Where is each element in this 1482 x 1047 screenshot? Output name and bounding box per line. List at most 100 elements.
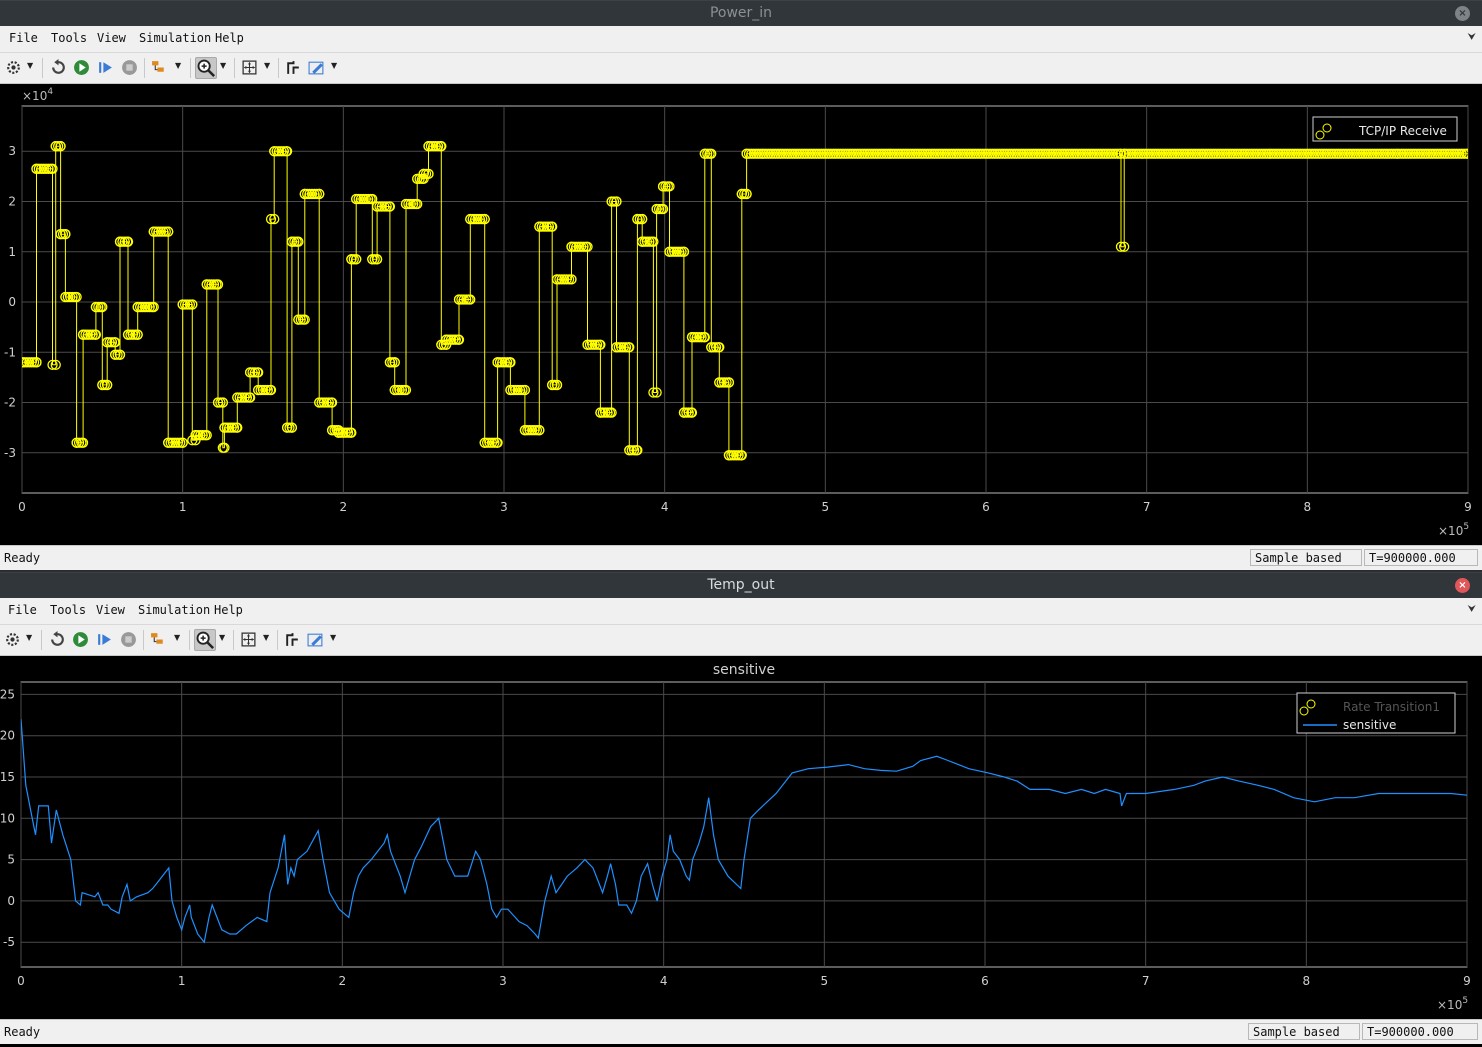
x-tick-label: 2 bbox=[340, 500, 348, 514]
menu-tools[interactable]: Tools bbox=[50, 603, 86, 617]
menu-bar: File Tools View Simulation Help ⮟ bbox=[0, 26, 1482, 53]
y-exponent-power: 4 bbox=[47, 87, 53, 97]
menu-tools[interactable]: Tools bbox=[51, 31, 87, 45]
y-tick-label: 0 bbox=[7, 894, 15, 908]
x-tick-label: 6 bbox=[982, 500, 990, 514]
settings-icon[interactable] bbox=[5, 59, 22, 76]
y-tick-label: 5 bbox=[7, 853, 15, 867]
x-tick-label: 1 bbox=[178, 974, 186, 988]
settings-dropdown-icon[interactable]: ▼ bbox=[26, 633, 32, 642]
stop-icon[interactable] bbox=[121, 59, 138, 76]
title-bar[interactable]: Temp_out × bbox=[0, 572, 1482, 599]
highlight-icon[interactable] bbox=[150, 631, 167, 648]
style-edit-icon[interactable] bbox=[307, 631, 324, 648]
menu-file[interactable]: File bbox=[9, 31, 38, 45]
toolbar-separator bbox=[233, 630, 234, 650]
menu-help[interactable]: Help bbox=[214, 603, 243, 617]
close-icon[interactable]: × bbox=[1455, 578, 1470, 593]
simulation-time: T=900000.000 bbox=[1362, 1023, 1478, 1040]
cursor-measure-icon[interactable] bbox=[284, 631, 301, 648]
menubar-collapse-icon[interactable]: ⮟ bbox=[1468, 604, 1477, 615]
y-tick-label: 20 bbox=[0, 729, 15, 743]
toolbar-separator bbox=[143, 630, 144, 650]
y-exponent-label: ×104 bbox=[22, 87, 53, 103]
highlight-dropdown-icon[interactable]: ▼ bbox=[174, 633, 180, 642]
legend-label: sensitive bbox=[1343, 718, 1396, 732]
close-icon[interactable]: × bbox=[1455, 6, 1470, 21]
scope-window-temp-out: Temp_out × File Tools View Simulation He… bbox=[0, 572, 1482, 1047]
restore-icon[interactable] bbox=[50, 59, 67, 76]
x-tick-label: 0 bbox=[17, 974, 25, 988]
x-tick-label: 9 bbox=[1464, 500, 1472, 514]
settings-dropdown-icon[interactable]: ▼ bbox=[27, 61, 33, 70]
step-forward-icon[interactable] bbox=[96, 631, 113, 648]
toolbar-separator bbox=[189, 630, 190, 650]
menu-view[interactable]: View bbox=[97, 31, 126, 45]
x-tick-label: 7 bbox=[1143, 500, 1151, 514]
scope-plot[interactable]: 0 1 2 3 4 5 6 7 8 9 -5 0 5 10 15 20 25 ×105 sensitive Rate … bbox=[0, 656, 1482, 1018]
cursor-measure-icon[interactable] bbox=[285, 59, 302, 76]
toolbar-separator bbox=[190, 58, 191, 78]
run-icon[interactable] bbox=[72, 631, 89, 648]
run-icon[interactable] bbox=[73, 59, 90, 76]
x-tick-label: 9 bbox=[1463, 974, 1471, 988]
stop-icon[interactable] bbox=[120, 631, 137, 648]
y-tick-label: 3 bbox=[8, 144, 16, 158]
menu-simulation[interactable]: Simulation bbox=[139, 31, 211, 45]
x-tick-label: 5 bbox=[821, 974, 829, 988]
x-tick-label: 6 bbox=[981, 974, 989, 988]
status-text: Ready bbox=[4, 551, 41, 565]
toolbar-separator bbox=[278, 58, 279, 78]
menu-simulation[interactable]: Simulation bbox=[138, 603, 210, 617]
toolbar-separator bbox=[41, 630, 42, 650]
title-bar[interactable]: Power_in × bbox=[0, 0, 1482, 27]
y-tick-label: -3 bbox=[4, 446, 16, 460]
highlight-dropdown-icon[interactable]: ▼ bbox=[175, 61, 181, 70]
fit-to-view-icon[interactable] bbox=[240, 631, 257, 648]
x-exponent-power: 5 bbox=[1462, 996, 1468, 1006]
simulation-time: T=900000.000 bbox=[1364, 549, 1478, 566]
zoom-in-icon[interactable] bbox=[194, 629, 216, 651]
zoom-in-icon[interactable] bbox=[195, 57, 217, 79]
restore-icon[interactable] bbox=[49, 631, 66, 648]
x-tick-label: 0 bbox=[18, 500, 26, 514]
scope-window-power-in: Power_in × File Tools View Simulation He… bbox=[0, 0, 1482, 570]
y-tick-label: 25 bbox=[0, 687, 15, 701]
menu-file[interactable]: File bbox=[8, 603, 37, 617]
legend-label: Rate Transition1 bbox=[1343, 700, 1440, 714]
menu-help[interactable]: Help bbox=[215, 31, 244, 45]
x-tick-label: 5 bbox=[822, 500, 830, 514]
step-forward-icon[interactable] bbox=[97, 59, 114, 76]
fit-to-view-icon[interactable] bbox=[241, 59, 258, 76]
toolbar: ▼ ▼ ▼ ▼ ▼ bbox=[0, 53, 1482, 84]
fit-dropdown-icon[interactable]: ▼ bbox=[264, 61, 270, 70]
x-exponent-label: ×105 bbox=[1438, 522, 1469, 538]
plot-frame bbox=[21, 105, 1469, 494]
menubar-collapse-icon[interactable]: ⮟ bbox=[1468, 32, 1477, 43]
zoom-dropdown-icon[interactable]: ▼ bbox=[220, 61, 226, 70]
toolbar-separator bbox=[234, 58, 235, 78]
settings-icon[interactable] bbox=[4, 631, 21, 648]
x-tick-label: 7 bbox=[1142, 974, 1150, 988]
toolbar: ▼ ▼ ▼ ▼ ▼ bbox=[0, 625, 1482, 656]
plot-frame bbox=[20, 681, 1468, 968]
x-tick-label: 1 bbox=[179, 500, 187, 514]
x-tick-label: 8 bbox=[1304, 500, 1312, 514]
style-dropdown-icon[interactable]: ▼ bbox=[330, 633, 336, 642]
legend-label: TCP/IP Receive bbox=[1358, 124, 1447, 138]
x-tick-label: 4 bbox=[660, 974, 668, 988]
x-tick-label: 2 bbox=[339, 974, 347, 988]
fit-dropdown-icon[interactable]: ▼ bbox=[263, 633, 269, 642]
y-tick-label: -1 bbox=[4, 345, 16, 359]
zoom-dropdown-icon[interactable]: ▼ bbox=[219, 633, 225, 642]
x-tick-label: 3 bbox=[500, 500, 508, 514]
menu-view[interactable]: View bbox=[96, 603, 125, 617]
y-tick-label: 2 bbox=[8, 194, 16, 208]
scope-plot[interactable]: 0 1 2 3 4 5 6 7 8 9 -3 -2 -1 0 1 2 3 ×105 ×104 TCP/IP Recei… bbox=[0, 84, 1482, 546]
sample-mode: Sample based bbox=[1248, 1023, 1360, 1040]
toolbar-separator bbox=[144, 58, 145, 78]
status-bar: Ready Sample based T=900000.000 bbox=[0, 1019, 1482, 1044]
style-dropdown-icon[interactable]: ▼ bbox=[331, 61, 337, 70]
highlight-icon[interactable] bbox=[151, 59, 168, 76]
style-edit-icon[interactable] bbox=[308, 59, 325, 76]
